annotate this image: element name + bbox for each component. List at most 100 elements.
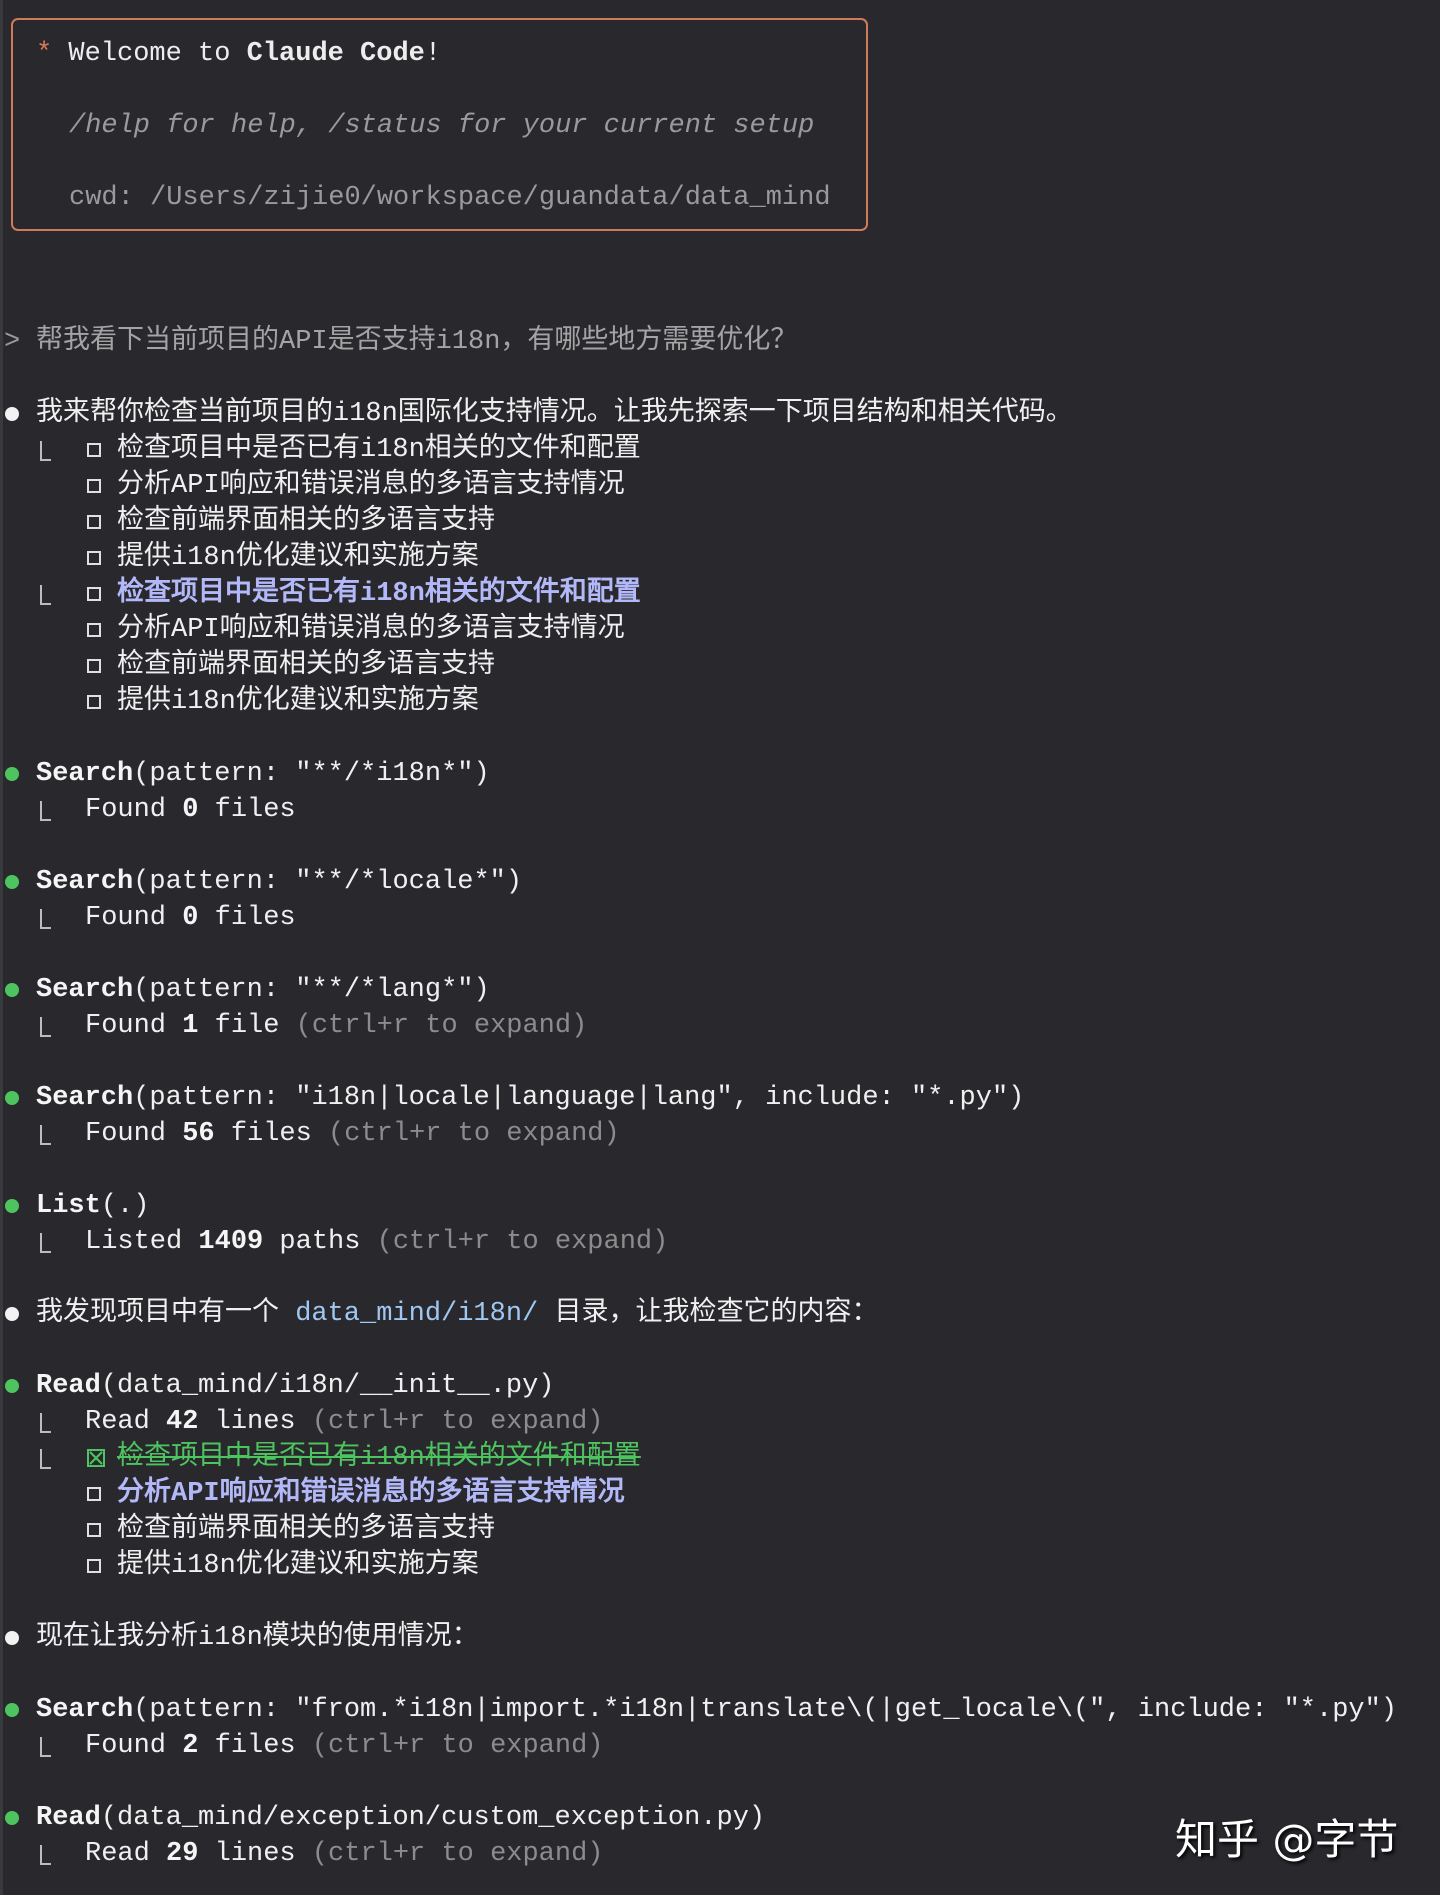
text-segment: 分析API响应和错误消息的多语言支持情况 [117,615,625,645]
text-segment: 帮我看下当前项目的API是否支持i18n，有哪些地方需要优化？ [36,327,798,357]
tool-status-dot-icon [4,756,20,793]
checkbox-icon [87,1487,101,1501]
tree-connector-icon [40,585,51,605]
dot-shape [5,407,19,421]
text-segment: (pattern: "i18n|locale|language|lang", i… [133,1083,1025,1113]
text-segment: 56 [182,1119,215,1149]
line-content: 我发现项目中有一个 data_mind/i18n/ 目录，让我检查它的内容： [36,1296,878,1332]
line-content: Search(pattern: "**/*lang*") [36,972,490,1008]
text-segment: Found [85,1011,183,1041]
checkbox-icon [87,479,101,493]
tree-connector-icon [40,1017,51,1037]
dot-shape [5,1379,19,1393]
tool-status-dot-icon [4,972,20,1009]
text-segment: (pattern: "**/*lang*") [133,975,490,1005]
transcript-line: 检查前端界面相关的多语言支持 [0,504,1440,540]
line-content: Search(pattern: "**/*locale*") [36,864,522,900]
transcript-line: Read(data_mind/i18n/__init__.py) [0,1368,1440,1404]
text-segment: 目录，让我检查它的内容： [538,1299,879,1329]
path-link: data_mind/i18n/ [295,1299,539,1329]
checkbox-icon [87,623,101,637]
transcript-line: Found 0 files [0,792,1440,828]
message-dot-icon [4,1620,20,1657]
asterisk-icon: * [36,39,53,69]
line-content: Search(pattern: "i18n|locale|language|la… [36,1080,1024,1116]
todo-item: 提供i18n优化建议和实施方案 [117,684,479,720]
line-content: Read(data_mind/i18n/__init__.py) [36,1368,555,1404]
dot-shape [5,1199,19,1213]
line-content: Read 42 lines (ctrl+r to expand) [85,1404,604,1440]
transcript-line: 分析API响应和错误消息的多语言支持情况 [0,468,1440,504]
line-content: Found 1 file (ctrl+r to expand) [85,1008,587,1044]
tool-status-dot-icon [4,1080,20,1117]
text-segment: 1409 [198,1227,264,1257]
text-segment: Search [36,1695,134,1725]
text-segment: lines [198,1407,312,1437]
text-segment: Read [85,1407,167,1437]
tree-connector-icon [40,1845,51,1865]
transcript-line: 检查前端界面相关的多语言支持 [0,1512,1440,1548]
text-segment: 现在让我分析i18n模块的使用情况： [36,1623,479,1653]
transcript-line: 现在让我分析i18n模块的使用情况： [0,1620,1440,1656]
line-content: List(.) [36,1188,149,1224]
tree-connector-icon [40,909,51,929]
text-segment: 检查前端界面相关的多语言支持 [117,651,495,681]
text-segment: (data_mind/exception/custom_exception.py… [100,1803,766,1833]
text-segment: List [36,1191,101,1221]
tree-connector-icon [40,441,51,461]
checkbox-icon [87,551,101,565]
transcript-line: 检查项目中是否已有i18n相关的文件和配置 [0,432,1440,468]
transcript-line: Read 42 lines (ctrl+r to expand) [0,1404,1440,1440]
tree-connector-icon [40,1125,51,1145]
transcript-line: 分析API响应和错误消息的多语言支持情况 [0,1476,1440,1512]
todo-item: 提供i18n优化建议和实施方案 [117,540,479,576]
expand-hint: (ctrl+r to expand) [328,1119,620,1149]
text-segment: (.) [100,1191,150,1221]
line-content: Search(pattern: "**/*i18n*") [36,756,490,792]
text-segment: Read [85,1839,167,1869]
text-segment: 0 [182,795,199,825]
text-segment: 检查前端界面相关的多语言支持 [117,507,495,537]
expand-hint: (ctrl+r to expand) [311,1407,604,1437]
transcript-line: Search(pattern: "**/*i18n*") [0,756,1440,792]
text-segment: 42 [166,1407,199,1437]
tree-connector-icon [40,801,51,821]
todo-item: 分析API响应和错误消息的多语言支持情况 [117,1476,625,1512]
transcript-line: Found 2 files (ctrl+r to expand) [0,1728,1440,1764]
text-segment: 检查项目中是否已有i18n相关的文件和配置 [117,579,641,609]
prompt-caret-icon: > [4,327,21,357]
user-prompt: > 帮我看下当前项目的API是否支持i18n，有哪些地方需要优化？ [0,324,1440,360]
todo-item: 检查项目中是否已有i18n相关的文件和配置 [117,1440,641,1476]
line-content: 我来帮你检查当前项目的i18n国际化支持情况。让我先探索一下项目结构和相关代码。 [36,396,1073,432]
todo-item: 提供i18n优化建议和实施方案 [117,1548,479,1584]
text-segment: 检查项目中是否已有i18n相关的文件和配置 [117,1443,641,1473]
text-segment: file [198,1011,296,1041]
transcript: > 帮我看下当前项目的API是否支持i18n，有哪些地方需要优化？ 我来帮你检查当前… [0,324,1440,1872]
tool-status-dot-icon [4,1188,20,1225]
text-segment: Found [85,1119,183,1149]
tree-connector-icon [40,1737,51,1757]
text-segment: Search [36,759,134,789]
text-segment: 检查项目中是否已有i18n相关的文件和配置 [117,435,641,465]
checkbox-icon [87,659,101,673]
cwd-text: cwd: /Users/zijie0/workspace/guandata/da… [69,183,831,213]
transcript-line: 提供i18n优化建议和实施方案 [0,1548,1440,1584]
dot-shape [5,1307,19,1321]
text-segment: 分析API响应和错误消息的多语言支持情况 [117,471,625,501]
transcript-line: Search(pattern: "**/*locale*") [0,864,1440,900]
dot-shape [5,1631,19,1645]
text-segment: Search [36,975,134,1005]
text-segment: lines [198,1839,312,1869]
text-segment: 提供i18n优化建议和实施方案 [117,687,479,717]
tree-connector-icon [40,1449,51,1469]
text-segment: (pattern: "from.*i18n|import.*i18n|trans… [133,1695,1398,1725]
transcript-line: Search(pattern: "**/*lang*") [0,972,1440,1008]
text-segment: 提供i18n优化建议和实施方案 [117,543,479,573]
text-segment: (data_mind/i18n/__init__.py) [100,1371,555,1401]
message-dot-icon [4,396,20,433]
